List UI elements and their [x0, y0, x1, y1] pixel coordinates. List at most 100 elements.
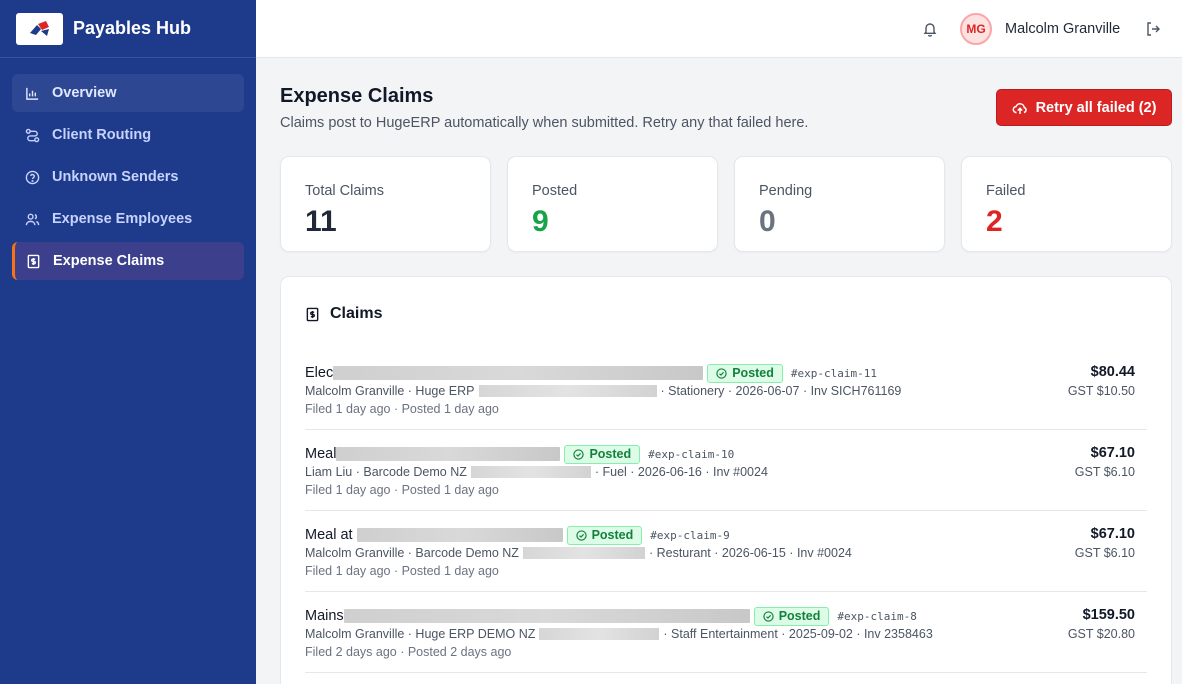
claim-gst: GST $20.80 — [1067, 627, 1135, 641]
redacted-text — [336, 447, 561, 461]
brand-logo — [16, 12, 63, 45]
stat-card-pending: Pending 0 — [734, 156, 945, 252]
claim-tag: #exp-claim-11 — [790, 366, 877, 380]
claim-details: · Staff Entertainment · 2025-09-02 · Inv… — [663, 627, 933, 641]
question-circle-icon — [24, 169, 40, 185]
claim-gst: GST $6.10 — [1074, 465, 1135, 479]
stat-card-failed: Failed 2 — [961, 156, 1172, 252]
status-badge: Posted — [564, 444, 641, 464]
route-icon — [24, 127, 40, 143]
logout-icon[interactable] — [1145, 21, 1161, 37]
claim-row[interactable]: Meal at Posted #exp-claim-9 Malcolm Gran… — [305, 511, 1147, 592]
claim-filed: Filed 1 day ago · Posted 1 day ago — [305, 564, 499, 578]
user-name[interactable]: Malcolm Granville — [1005, 21, 1120, 37]
sidebar-item-label: Expense Employees — [52, 211, 193, 227]
page-subtitle: Claims post to HugeERP automatically whe… — [280, 115, 809, 131]
claim-header: Mains Posted #exp-claim-8 — [305, 606, 917, 626]
stat-value: 9 — [532, 205, 549, 238]
sidebar: Payables Hub Overview Client Routing Unk… — [0, 0, 256, 684]
redacted-text — [470, 466, 591, 478]
claim-tag: #exp-claim-8 — [837, 609, 917, 623]
sidebar-item-unknown-senders[interactable]: Unknown Senders — [12, 158, 244, 196]
brand[interactable]: Payables Hub — [0, 0, 256, 58]
retry-all-failed-label: Retry all failed (2) — [1035, 99, 1157, 116]
bell-icon[interactable] — [922, 21, 938, 37]
claim-person: Malcolm Granville · Barcode Demo NZ — [305, 546, 519, 560]
claim-filed: Filed 1 day ago · Posted 1 day ago — [305, 483, 499, 497]
sidebar-item-label: Unknown Senders — [52, 169, 179, 185]
redacted-text — [539, 628, 660, 640]
claims-card: Claims Elec Posted #exp-claim-11 Malcolm… — [280, 276, 1172, 684]
claim-row[interactable]: Elec Posted #exp-claim-11 Malcolm Granvi… — [305, 349, 1147, 430]
sidebar-item-label: Client Routing — [52, 127, 152, 143]
sidebar-item-expense-claims[interactable]: Expense Claims — [12, 242, 244, 280]
stat-value: 0 — [759, 205, 776, 238]
stat-value: 2 — [986, 205, 1003, 238]
check-circle-icon — [716, 367, 727, 379]
claim-meta: Liam Liu · Barcode Demo NZ · Fuel · 2026… — [305, 465, 768, 479]
redacted-text — [356, 528, 563, 542]
top-bar: MG Malcolm Granville — [256, 0, 1182, 58]
claim-details: · Resturant · 2026-06-15 · Inv #0024 — [648, 546, 852, 560]
claim-tag: #exp-claim-9 — [650, 528, 730, 542]
sidebar-item-expense-employees[interactable]: Expense Employees — [12, 200, 244, 238]
claim-amount: $159.50 — [1082, 607, 1135, 623]
claims-title-text: Claims — [330, 305, 383, 322]
sidebar-nav: Overview Client Routing Unknown Senders … — [0, 58, 256, 300]
sidebar-item-label: Expense Claims — [53, 253, 165, 269]
claim-row[interactable]: Meal Posted #exp-claim-10 Liam Liu · Bar… — [305, 430, 1147, 511]
redacted-text — [478, 385, 657, 397]
sidebar-item-label: Overview — [52, 85, 117, 101]
bar-chart-icon — [24, 85, 40, 101]
retry-all-failed-button[interactable]: Retry all failed (2) — [996, 89, 1172, 126]
claim-amount: $80.44 — [1090, 364, 1135, 380]
claims-card-title: Claims — [305, 305, 382, 323]
claim-details: · Fuel · 2026-06-16 · Inv #0024 — [594, 465, 768, 479]
page-title: Expense Claims — [280, 85, 434, 107]
stat-label: Failed — [986, 183, 1026, 199]
check-circle-icon — [575, 529, 587, 541]
status-text: Posted — [589, 447, 632, 461]
stat-label: Pending — [759, 183, 813, 199]
claim-person: Malcolm Granville · Huge ERP — [305, 384, 475, 398]
claim-meta: Malcolm Granville · Huge ERP DEMO NZ · S… — [305, 627, 933, 641]
claim-details: · Stationery · 2026-06-07 · Inv SICH7611… — [660, 384, 902, 398]
status-text: Posted — [732, 366, 774, 380]
redacted-text — [522, 547, 645, 559]
claim-title: Meal at — [305, 527, 353, 543]
claim-meta: Malcolm Granville · Huge ERP · Stationer… — [305, 384, 901, 398]
check-circle-icon — [573, 448, 585, 460]
stat-label: Total Claims — [305, 183, 384, 199]
cloud-upload-icon — [1012, 102, 1027, 114]
stat-label: Posted — [532, 183, 578, 199]
users-icon — [24, 211, 40, 227]
status-text: Posted — [778, 609, 821, 623]
claim-title: Mains — [305, 608, 344, 624]
claim-person: Liam Liu · Barcode Demo NZ — [305, 465, 467, 479]
claim-title: Elec — [305, 365, 334, 381]
claim-filed: Filed 2 days ago · Posted 2 days ago — [305, 645, 512, 659]
avatar[interactable]: MG — [960, 13, 992, 45]
check-circle-icon — [763, 610, 774, 622]
sidebar-item-client-routing[interactable]: Client Routing — [12, 116, 244, 154]
claim-title: Meal — [305, 446, 337, 462]
stat-card-posted: Posted 9 — [507, 156, 718, 252]
claim-meta: Malcolm Granville · Barcode Demo NZ · Re… — [305, 546, 852, 560]
claim-amount: $67.10 — [1090, 445, 1135, 461]
claim-filed: Filed 1 day ago · Posted 1 day ago — [305, 402, 499, 416]
status-badge: Posted — [566, 525, 643, 545]
claim-row[interactable]: Mains Posted #exp-claim-8 Malcolm Granvi… — [305, 592, 1147, 673]
sidebar-item-overview[interactable]: Overview — [12, 74, 244, 112]
claim-amount: $67.10 — [1090, 526, 1135, 542]
receipt-icon — [25, 253, 41, 269]
brand-name: Payables Hub — [73, 18, 192, 38]
redacted-text — [333, 366, 704, 380]
status-badge: Posted — [707, 363, 783, 383]
receipt-icon — [306, 307, 319, 321]
claim-header: Elec Posted #exp-claim-11 — [305, 363, 877, 383]
stat-value: 11 — [305, 205, 337, 238]
status-text: Posted — [591, 528, 634, 542]
claim-header: Meal Posted #exp-claim-10 — [305, 444, 734, 464]
stat-card-total: Total Claims 11 — [280, 156, 491, 252]
claim-gst: GST $10.50 — [1067, 384, 1135, 398]
